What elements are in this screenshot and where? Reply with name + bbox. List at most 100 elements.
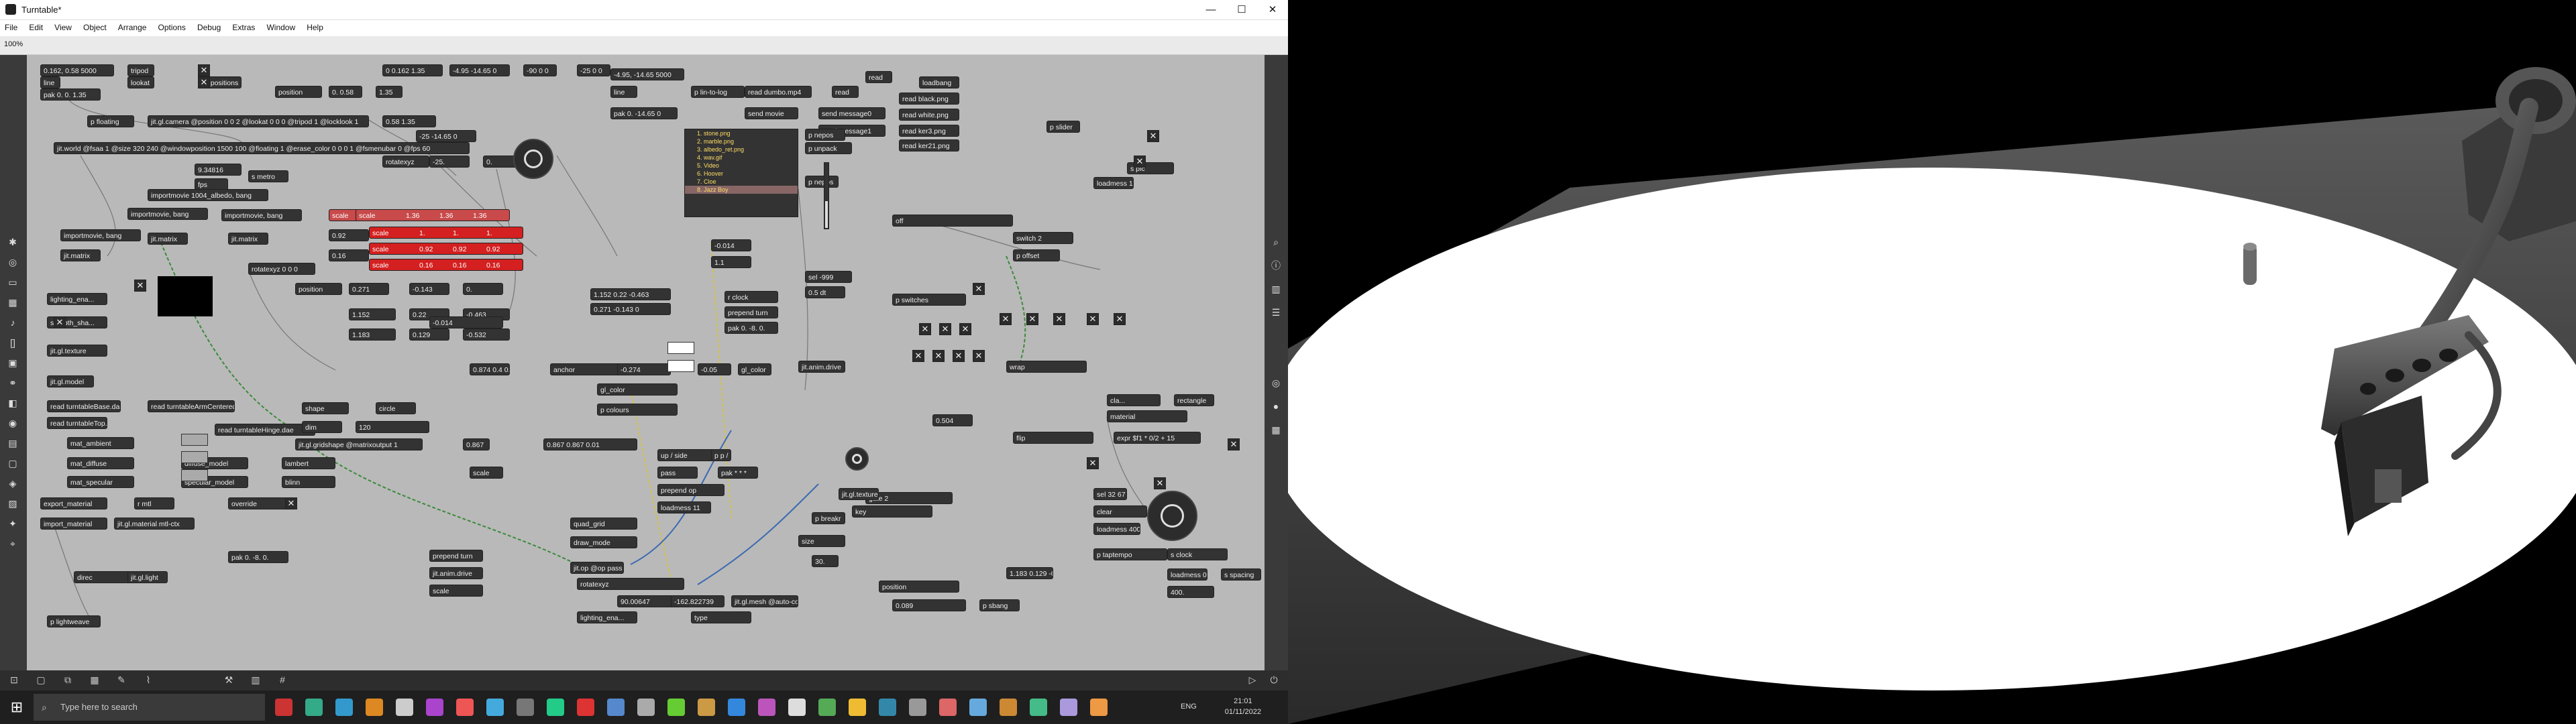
max-object[interactable]: read ker21.png	[899, 139, 959, 152]
video-preview[interactable]	[158, 276, 213, 316]
material-swatch[interactable]	[181, 434, 208, 446]
taskbar-app-icon[interactable]	[547, 699, 564, 716]
max-object[interactable]: read black.png	[899, 93, 959, 105]
max-object[interactable]: export_material	[40, 497, 107, 509]
max-object[interactable]: rotatexyz	[577, 578, 684, 590]
max-object[interactable]: 0.874 0.4 0.41	[470, 363, 510, 375]
play-icon[interactable]: ▷	[1246, 674, 1258, 686]
max-object[interactable]: send message0	[818, 107, 885, 119]
max-object[interactable]: 0. 0.58	[329, 86, 362, 98]
max-object[interactable]: wrap	[1006, 361, 1087, 373]
taskbar-app-icon[interactable]	[637, 699, 655, 716]
max-object[interactable]: jit.gl.material mtl-ctx	[114, 518, 195, 530]
taskbar-app-icon[interactable]	[335, 699, 353, 716]
toggle-x[interactable]: ✕	[1228, 438, 1240, 450]
taskbar-app-icon[interactable]	[909, 699, 926, 716]
max-object[interactable]: lambert	[282, 457, 335, 469]
layout-icon[interactable]: ▥	[1270, 283, 1282, 295]
menu-edit[interactable]: Edit	[24, 20, 48, 35]
max-object[interactable]: scale	[470, 467, 503, 479]
max-object[interactable]: import_material	[40, 518, 107, 530]
max-object[interactable]: s metro	[248, 170, 288, 182]
max-object[interactable]: tripod	[127, 64, 154, 76]
max-object[interactable]: 9.34816	[195, 164, 241, 176]
max-object[interactable]: pak 0. 0. 1.35	[40, 88, 101, 101]
toggle-x[interactable]: ✕	[1000, 313, 1012, 325]
menu-options[interactable]: Options	[154, 20, 191, 35]
max-object[interactable]: read turntableArmCentered.dae	[148, 400, 235, 412]
stack-icon[interactable]: ▦	[1270, 424, 1282, 436]
scale-row[interactable]: scale 1.36 1.36 1.36	[356, 209, 510, 221]
menu-extras[interactable]: Extras	[227, 20, 260, 35]
max-object[interactable]: 1.152 0.22 -0.463	[590, 288, 671, 300]
max-object[interactable]: read	[832, 86, 859, 98]
edit-icon[interactable]: ✎	[115, 674, 127, 686]
max-object[interactable]: -0.532	[463, 328, 510, 341]
tool-icon[interactable]: ⚒	[223, 674, 235, 686]
max-object[interactable]: 1.152	[349, 308, 396, 320]
taskbar-app-icon[interactable]	[758, 699, 775, 716]
scale-value[interactable]: 0.92	[486, 243, 520, 254]
max-object[interactable]: read turntableBase.dae	[47, 400, 121, 412]
max-object[interactable]: cla...	[1107, 394, 1161, 406]
max-object[interactable]: jit.world @fsaa 1 @size 320 240 @windowp…	[54, 142, 470, 154]
max-object[interactable]: read dumbo.mp4	[745, 86, 812, 98]
max-object[interactable]: jit.matrix	[148, 233, 188, 245]
max-object[interactable]: read white.png	[899, 109, 959, 121]
max-object[interactable]: rotatexyz	[382, 156, 429, 168]
max-object[interactable]: 0.129	[409, 328, 449, 341]
toggle-x[interactable]: ✕	[1114, 313, 1126, 325]
max-object[interactable]: prepend turn	[429, 550, 483, 562]
patch-cord[interactable]	[697, 483, 819, 585]
max-object[interactable]: jit.anim.drive	[429, 567, 483, 579]
max-object[interactable]: 0.92	[329, 229, 369, 241]
max-object[interactable]: -0.014	[711, 239, 751, 251]
clipboard-icon[interactable]: ▤	[7, 437, 19, 449]
toggle-x[interactable]: ✕	[1147, 130, 1159, 142]
color-swatch[interactable]	[667, 342, 694, 354]
taskbar-app-icon[interactable]	[396, 699, 413, 716]
max-object[interactable]: mat_diffuse	[67, 457, 134, 469]
max-object[interactable]: -0.05	[698, 363, 731, 375]
max-object[interactable]: mat_specular	[67, 476, 134, 488]
max-object[interactable]: material	[1107, 410, 1187, 422]
patcher-canvas[interactable]: 0.162, 0.58 5000 tripod line lookat pak 0. 0…	[27, 55, 1265, 670]
max-object[interactable]: clear	[1093, 505, 1147, 518]
toggle-x[interactable]: ✕	[198, 76, 210, 88]
taskbar-clock[interactable]: 21:01 01/11/2022	[1225, 696, 1261, 717]
search-icon[interactable]: ⌕	[1270, 236, 1282, 248]
max-object[interactable]: shape	[302, 402, 349, 414]
max-object[interactable]: line	[610, 86, 637, 98]
umenu-item[interactable]: 4. wav.gif	[685, 154, 798, 162]
toggle-x[interactable]: ✕	[198, 64, 210, 76]
taskbar-app-icon[interactable]	[849, 699, 866, 716]
max-object[interactable]: circle	[376, 402, 416, 414]
max-object[interactable]: 1.35	[376, 86, 402, 98]
maximize-icon[interactable]: ☐	[1226, 0, 1257, 20]
max-object[interactable]: read turntableTop.dae	[47, 417, 107, 429]
menu-help[interactable]: Help	[302, 20, 328, 35]
photo-icon[interactable]: ▨	[7, 497, 19, 509]
max-object[interactable]: flip	[1013, 432, 1093, 444]
scale-value[interactable]: 0.16	[486, 259, 520, 270]
max-object[interactable]: r clock	[724, 291, 778, 303]
menu-object[interactable]: Object	[78, 20, 111, 35]
box-icon[interactable]: ▢	[7, 457, 19, 469]
max-object[interactable]: s clock	[1167, 548, 1228, 560]
max-object[interactable]: sel -999	[805, 271, 852, 283]
max-object[interactable]: scale	[429, 585, 483, 597]
max-object[interactable]: -162.822739	[671, 595, 724, 607]
max-object[interactable]: gl_color	[738, 363, 771, 375]
umenu-item[interactable]: 7. Cloe	[685, 178, 798, 186]
max-object[interactable]: off	[892, 215, 1013, 227]
max-object[interactable]: loadmess 0.089 0	[1167, 568, 1208, 581]
max-object[interactable]: -25 0 0	[577, 64, 610, 76]
piano-icon[interactable]: ▥	[250, 674, 262, 686]
max-object[interactable]: p p /	[711, 449, 731, 461]
taskbar-app-icon[interactable]	[486, 699, 504, 716]
taskbar-app-icon[interactable]	[788, 699, 806, 716]
max-object[interactable]: type	[691, 611, 751, 623]
max-object[interactable]: jit.gl.texture	[47, 345, 107, 357]
copy-icon[interactable]: ⧉	[62, 674, 74, 686]
toggle-x[interactable]: ✕	[912, 350, 924, 362]
